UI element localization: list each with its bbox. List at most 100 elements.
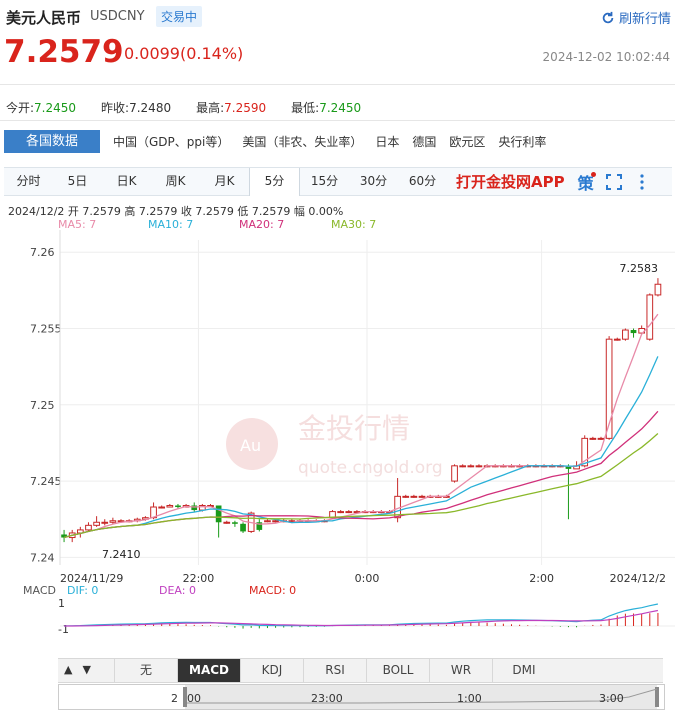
ind-tab-rsi[interactable]: RSI [303,659,366,682]
more-menu-icon[interactable] [631,171,653,193]
candle-body [166,504,174,508]
candle-body [85,524,92,531]
fullscreen-icon[interactable] [603,171,625,193]
refresh-button[interactable]: 刷新行情 [601,8,671,27]
ind-tab-wr[interactable]: WR [429,659,492,682]
ma30-line [63,433,659,539]
y-tick-label: 7.245 [30,475,62,488]
tab-60min[interactable]: 60分 [398,168,447,195]
dif-line [64,603,659,627]
candle-body [272,520,279,523]
candle-body [622,329,629,340]
instrument-name: 美元人民币 [6,9,82,27]
nav-country-data[interactable]: 各国数据 [4,130,100,153]
navigator-label: 2 [171,692,178,705]
navigator-label: 00 [187,692,201,705]
x-tick-label: 0:00 [355,572,380,585]
quote-timestamp: 2024-12-02 10:02:44 [542,50,670,64]
candle-body [109,520,117,523]
indicator-nav-arrows: ▲ ▼ [58,658,122,681]
candle-body [223,521,231,524]
tab-30min[interactable]: 30分 [349,168,398,195]
time-navigator[interactable]: 2 00 23:00 1:00 3:00 [58,684,665,710]
candle-body [418,495,426,498]
price-change: 0.0099(0.14%) [124,44,244,63]
macd-chart: 1 -1 [58,597,675,636]
candle-body [264,520,271,523]
navigator-label: 23:00 [311,692,343,705]
macd-tick: -1 [58,623,69,636]
stat-high: 最高:7.2590 [196,101,267,115]
trading-status-badge: 交易中 [156,6,203,27]
nav-japan[interactable]: 日本 [375,133,399,150]
ind-tab-dmi[interactable]: DMI [492,659,555,682]
stat-low: 最低:7.2450 [291,101,362,115]
candle-body [589,437,597,440]
tab-5day[interactable]: 5日 [53,168,102,195]
candlestick-chart[interactable]: Au 金投行情 quote.cngold.org 7.26 7.255 7.25 7.24… [0,230,675,585]
nav-china[interactable]: 中国（GDP、ppi等） [113,133,229,150]
refresh-icon [602,11,614,23]
stat-prev-close: 昨收:7.2480 [101,101,172,115]
country-data-nav: 各国数据 中国（GDP、ppi等） 美国（非农、失业率） 日本 德国 欧元区 央… [4,129,672,154]
tab-5min[interactable]: 5分 [249,167,300,196]
current-price: 7.2579 [4,34,124,70]
watermark-logo-text: Au [240,436,261,455]
candle-body [646,294,654,340]
candle-body [101,521,109,524]
low-annotation: 7.2410 [102,548,141,561]
navigator-window [185,685,657,709]
price-stats: 今开:7.2450 昨收:7.2480 最高:7.2590 最低:7.2450 [6,99,386,116]
stat-open: 今开:7.2450 [6,101,77,115]
arrow-down-icon[interactable]: ▼ [82,663,90,676]
strategy-icon[interactable]: 策 [575,171,597,193]
nav-germany[interactable]: 德国 [412,133,436,150]
candle-body [467,465,475,468]
candle-body [451,465,458,482]
macd-tick: 1 [58,597,65,610]
y-tick-label: 7.24 [30,551,55,564]
tab-15min[interactable]: 15分 [300,168,349,195]
candle-body [175,505,181,508]
instrument-code: USDCNY [90,9,145,24]
ind-tab-kdj[interactable]: KDJ [240,659,303,682]
ind-tab-none[interactable]: 无 [114,659,177,682]
watermark-url: quote.cngold.org [298,458,443,478]
navigator-label: 3:00 [599,692,624,705]
candle-body [93,521,100,526]
nav-usa[interactable]: 美国（非农、失业率） [242,133,362,150]
candle-body [240,523,246,532]
navigator-label: 1:00 [457,692,482,705]
candle-body [337,511,345,514]
macd-value-label: MACD: 0 [249,584,297,597]
x-tick-label: 2024/12/2 [610,572,666,585]
high-annotation: 7.2583 [620,262,659,275]
tab-monthly-k[interactable]: 月K [200,168,249,195]
ind-tab-macd[interactable]: MACD [177,659,240,682]
tab-intraday[interactable]: 分时 [4,168,53,195]
candle-body [630,330,637,334]
watermark-brand: 金投行情 [298,412,410,445]
candle-body [654,283,662,296]
arrow-up-icon[interactable]: ▲ [64,663,72,676]
candle-body [475,465,483,468]
candle-body [215,505,222,523]
candle-body [613,338,621,341]
ind-tab-boll[interactable]: BOLL [366,659,429,682]
candle-body [191,505,198,511]
tab-daily-k[interactable]: 日K [102,168,151,195]
candle-body [158,506,166,509]
ohlc-info: 2024/12/2 开 7.2579 高 7.2579 收 7.2579 低 7… [8,205,344,218]
candle-body [345,511,353,514]
refresh-label: 刷新行情 [618,12,671,27]
tab-weekly-k[interactable]: 周K [151,168,200,195]
nav-eurozone[interactable]: 欧元区 [449,133,485,150]
candle-body [232,522,238,524]
x-tick-label: 2:00 [529,572,554,585]
macd-title: MACD [23,584,56,597]
nav-central-bank-rate[interactable]: 央行利率 [498,133,546,150]
open-app-link[interactable]: 打开金投网APP [456,171,565,192]
candle-body [410,495,418,498]
watermark: Au 金投行情 quote.cngold.org [226,412,443,478]
macd-dif-label: DIF: 0 [67,584,99,597]
